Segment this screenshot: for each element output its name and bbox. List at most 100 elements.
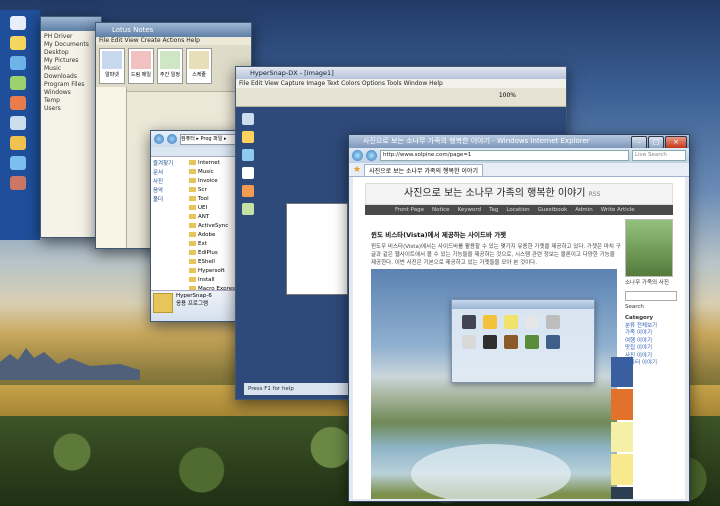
recycle-bin-icon[interactable] [10, 76, 26, 90]
mail-icon [102, 51, 122, 69]
close-icon[interactable]: × [665, 136, 687, 148]
folder-icon[interactable] [10, 36, 26, 50]
blog-sidebar: 소나무 가족의 사진 Search Category 분류 전체보기 가족 이야… [625, 219, 677, 489]
gadget-icon[interactable] [483, 315, 497, 329]
calendar-icon [160, 51, 180, 69]
folder-icon[interactable] [10, 136, 26, 150]
ie-window[interactable]: 사진으로 보는 소나무 가족의 행복한 이야기 - Windows Intern… [348, 134, 690, 502]
toolbar-button[interactable]: 알파넷 [99, 48, 125, 84]
clock-icon[interactable] [525, 315, 539, 329]
ie-navigation-bar: http://www.solpine.com/page=1 Live Searc… [349, 148, 689, 163]
tree-item[interactable]: Temp [44, 97, 98, 105]
nav-tag[interactable]: Tag [489, 205, 498, 215]
ie-page-content: 사진으로 보는 소나무 가족의 행복한 이야기 RSS Front Page N… [353, 177, 685, 499]
tree-item[interactable]: Downloads [44, 73, 98, 81]
app-icon[interactable] [10, 96, 26, 110]
favorite-link[interactable]: 즐겨찾기 [153, 160, 185, 169]
blog-nav: Front Page Notice Keyword Tag Location G… [365, 205, 673, 215]
window-title[interactable]: HyperSnap-DX - [Image1] [236, 67, 566, 79]
gadget-icon[interactable] [504, 315, 518, 329]
gadget-icon[interactable] [483, 335, 497, 349]
tree-window[interactable]: PH Driver My Documents Desktop My Pictur… [40, 16, 102, 238]
tree-item[interactable]: My Documents [44, 41, 98, 49]
tree-item[interactable]: Music [44, 65, 98, 73]
network-icon[interactable] [10, 56, 26, 70]
tree-item[interactable]: Windows [44, 89, 98, 97]
nav-notice[interactable]: Notice [432, 205, 450, 215]
gadget-icon[interactable] [525, 335, 539, 349]
gadget-icon[interactable] [504, 335, 518, 349]
favorite-link[interactable]: 음악 [153, 187, 185, 196]
nav-guestbook[interactable]: Guestbook [538, 205, 568, 215]
category-item[interactable]: 사진 이야기 [625, 353, 677, 361]
inbox-icon [131, 51, 151, 69]
rss-link[interactable]: RSS [589, 191, 601, 198]
ie-tab-bar: ★ 사진으로 보는 소나무 가족의 행복한 이야기 [349, 163, 689, 177]
details-type: 응용 프로그램 [176, 301, 209, 307]
favorites-star-icon[interactable]: ★ [353, 165, 361, 175]
post-title[interactable]: 윈도 비스타(Vista)에서 제공하는 사이드바 가젯 [371, 229, 506, 239]
minimize-icon[interactable]: – [631, 136, 647, 148]
favorite-links: 즐겨찾기 문서 사진 음악 폴더 [151, 157, 187, 296]
forward-icon[interactable] [167, 134, 177, 144]
favorite-link[interactable]: 문서 [153, 169, 185, 178]
toolbar-button[interactable]: 스케줄 [186, 48, 212, 84]
gadget-icon[interactable] [462, 315, 476, 329]
category-item[interactable]: 컴퓨터 이야기 [625, 360, 677, 368]
profile-photo [625, 219, 673, 277]
back-icon[interactable] [352, 150, 363, 161]
tree-item[interactable]: PH Driver [44, 33, 98, 41]
window-title[interactable]: Lotus Notes [96, 23, 251, 37]
category-list: 분류 전체보기 가족 이야기 여행 이야기 맛집 이야기 사진 이야기 컴퓨터 … [625, 323, 677, 368]
status-bar: Press F1 for help [244, 383, 348, 395]
app-icon[interactable] [10, 156, 26, 170]
search-button[interactable]: Search [625, 304, 677, 312]
gadget-icon[interactable] [546, 315, 560, 329]
nav-location[interactable]: Location [506, 205, 529, 215]
blog-title[interactable]: 사진으로 보는 소나무 가족의 행복한 이야기 RSS [365, 183, 673, 205]
toolbar-button[interactable]: 드림 메일 [128, 48, 154, 84]
navigation-pane[interactable] [96, 87, 127, 248]
maximize-icon[interactable]: □ [648, 136, 664, 148]
app-icon[interactable] [10, 176, 26, 190]
category-heading: Category [625, 315, 654, 321]
menu-bar[interactable]: File Edit View Create Actions Help [96, 37, 251, 45]
my-computer-icon[interactable] [10, 16, 26, 30]
dialog-title-bar[interactable] [452, 300, 594, 309]
app-icon[interactable] [10, 116, 26, 130]
document-icon [242, 167, 254, 179]
gadget-icon[interactable] [546, 335, 560, 349]
favorite-link[interactable]: 폴더 [153, 196, 185, 205]
nav-front-page[interactable]: Front Page [395, 205, 424, 215]
category-item[interactable]: 가족 이야기 [625, 330, 677, 338]
nav-write-article[interactable]: Write Article [601, 205, 635, 215]
schedule-icon [189, 51, 209, 69]
ie-title-bar[interactable]: 사진으로 보는 소나무 가족의 행복한 이야기 - Windows Intern… [349, 135, 689, 148]
gadget-row [452, 309, 594, 329]
nav-keyword[interactable]: Keyword [458, 205, 482, 215]
embedded-screenshot [286, 203, 348, 295]
gadget-icon[interactable] [462, 335, 476, 349]
tree-item[interactable]: My Pictures [44, 57, 98, 65]
address-input[interactable]: http://www.solpine.com/page=1 [380, 150, 629, 161]
nav-admin[interactable]: Admin [575, 205, 593, 215]
tree-item[interactable]: Program Files [44, 81, 98, 89]
category-item[interactable]: 맛집 이야기 [625, 345, 677, 353]
search-box[interactable] [625, 290, 677, 301]
gadget-gallery-dialog[interactable] [451, 299, 595, 383]
tree-item[interactable]: Desktop [44, 49, 98, 57]
menu-bar[interactable]: File Edit View Capture Image Text Colors… [236, 79, 566, 88]
tab-blog[interactable]: 사진으로 보는 소나무 가족의 행복한 이야기 [364, 163, 483, 176]
tree-window-title[interactable] [41, 17, 101, 31]
category-item[interactable]: 분류 전체보기 [625, 323, 677, 331]
landscape-photo [371, 269, 617, 499]
toolbar-button[interactable]: 주간 일정 [157, 48, 183, 84]
forward-icon[interactable] [366, 150, 377, 161]
back-icon[interactable] [154, 134, 164, 144]
zoom-level[interactable]: 100% [499, 92, 516, 99]
tree-item[interactable]: Users [44, 105, 98, 113]
favorite-link[interactable]: 사진 [153, 178, 185, 187]
search-input[interactable]: Live Search [632, 150, 686, 161]
category-item[interactable]: 여행 이야기 [625, 338, 677, 346]
network-icon [242, 149, 254, 161]
